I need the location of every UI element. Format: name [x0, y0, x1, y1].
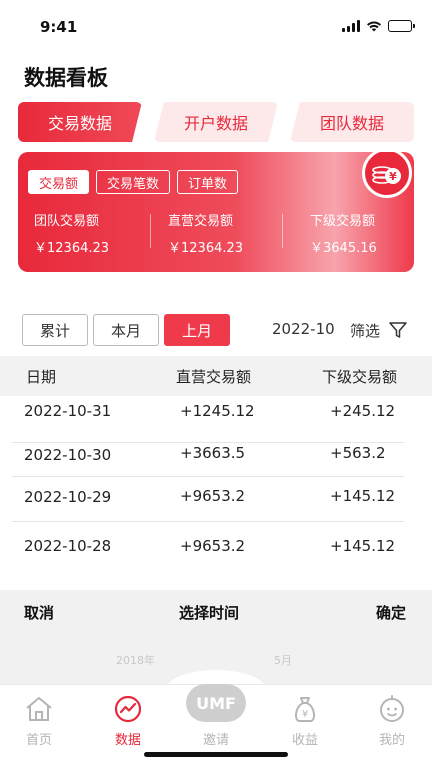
column-header-sub-amount: 下级交易额 — [322, 368, 398, 386]
selected-month[interactable]: 2022-10 — [272, 320, 335, 338]
data-category-tabs: 交易数据 开户数据 团队数据 — [18, 102, 414, 142]
summary-sub-amount: 下级交易额 ￥3645.16 — [282, 210, 414, 256]
home-indicator — [144, 752, 288, 757]
row-sub-amount: +145.12 — [330, 487, 396, 505]
summary-label: 团队交易额 — [34, 214, 100, 229]
filter-bar: 累计 本月 上月 2022-10 筛选 — [22, 314, 412, 346]
svg-text:¥: ¥ — [302, 709, 308, 720]
tab-trade-data[interactable]: 交易数据 — [18, 102, 142, 142]
nav-label: 首页 — [25, 733, 52, 748]
nav-label: 我的 — [378, 733, 405, 748]
row-date: 2022-10-31 — [24, 402, 112, 420]
nav-label: 收益 — [291, 733, 318, 748]
summary-label: 下级交易额 — [310, 214, 376, 229]
status-bar: 9:41 — [0, 0, 432, 56]
picker-confirm-button[interactable]: 确定 — [376, 602, 406, 623]
metric-tabs: 交易额 交易笔数 订单数 — [28, 170, 239, 194]
nav-label: 数据 — [114, 733, 141, 748]
row-sub-amount: +145.12 — [330, 537, 396, 555]
row-date: 2022-10-29 — [24, 488, 112, 506]
metric-tab-amount[interactable]: 交易额 — [28, 170, 90, 194]
period-this-month-button[interactable]: 本月 — [93, 314, 159, 346]
table-row: 2022-10-28 +9653.2 +145.12 — [12, 522, 404, 567]
summary-value: ￥12364.23 — [168, 241, 244, 256]
period-last-month-button[interactable]: 上月 — [164, 314, 230, 346]
filter-button[interactable]: 筛选 — [350, 320, 380, 341]
chart-icon — [114, 695, 142, 723]
row-sub-amount: +245.12 — [330, 402, 396, 420]
tab-team-data[interactable]: 团队数据 — [290, 102, 414, 142]
row-direct-amount: +9653.2 — [180, 537, 246, 555]
period-cumulative-button[interactable]: 累计 — [22, 314, 88, 346]
home-icon — [26, 697, 52, 721]
row-sub-amount: +563.2 — [330, 444, 386, 462]
metric-tab-count[interactable]: 交易笔数 — [96, 170, 171, 194]
nav-item-invite[interactable]: 邀请 — [184, 729, 248, 748]
summary-columns: 团队交易额 ￥12364.23 直营交易额 ￥12364.23 下级交易额 ￥3… — [18, 210, 414, 256]
tab-account-opening-data[interactable]: 开户数据 — [154, 102, 278, 142]
table-row: 2022-10-29 +9653.2 +145.12 — [12, 477, 404, 522]
summary-direct-amount: 直营交易额 ￥12364.23 — [150, 210, 282, 256]
column-header-date: 日期 — [26, 368, 57, 386]
summary-team-amount: 团队交易额 ￥12364.23 — [18, 210, 150, 256]
nav-item-me[interactable]: 我的 — [360, 693, 424, 748]
battery-icon — [388, 20, 415, 32]
table-row: 2022-10-30 +3663.5 +563.2 — [12, 432, 404, 477]
picker-cancel-button[interactable]: 取消 — [24, 602, 54, 623]
filter-funnel-icon[interactable] — [388, 320, 408, 340]
table-header: 日期 直营交易额 下级交易额 — [0, 356, 432, 396]
status-icons — [342, 20, 415, 32]
date-picker-header: 取消 选择时间 确定 — [0, 590, 432, 634]
row-direct-amount: +1245.12 — [180, 402, 255, 420]
picker-title: 选择时间 — [179, 604, 240, 622]
nav-item-earnings[interactable]: ¥ 收益 — [273, 693, 337, 748]
coin-stack-icon: ¥ — [362, 152, 412, 198]
page-title: 数据看板 — [24, 66, 108, 90]
column-header-direct-amount: 直营交易额 — [176, 368, 252, 386]
summary-label: 直营交易额 — [168, 214, 234, 229]
face-icon — [380, 695, 404, 722]
picker-year-option[interactable]: 2018年 — [116, 652, 155, 668]
metric-tab-orders[interactable]: 订单数 — [177, 170, 239, 194]
money-bag-icon: ¥ — [294, 697, 316, 722]
svg-text:¥: ¥ — [389, 170, 397, 183]
cellular-signal-icon — [342, 20, 360, 32]
row-direct-amount: +3663.5 — [180, 444, 246, 462]
summary-value: ￥12364.23 — [34, 241, 110, 256]
row-date: 2022-10-28 — [24, 537, 112, 555]
row-date: 2022-10-30 — [24, 446, 112, 464]
nav-item-home[interactable]: 首页 — [7, 693, 71, 748]
nav-item-data[interactable]: 数据 — [96, 693, 160, 748]
row-direct-amount: +9653.2 — [180, 487, 246, 505]
umf-invite-badge[interactable]: UMF — [186, 684, 246, 722]
status-time: 9:41 — [40, 18, 78, 36]
summary-card: 交易额 交易笔数 订单数 ¥ 团队交易额 ￥12364.23 直营交易额 ￥12… — [18, 152, 414, 272]
picker-month-option[interactable]: 5月 — [274, 652, 292, 668]
summary-value: ￥3645.16 — [310, 241, 377, 256]
wifi-icon — [367, 21, 381, 32]
